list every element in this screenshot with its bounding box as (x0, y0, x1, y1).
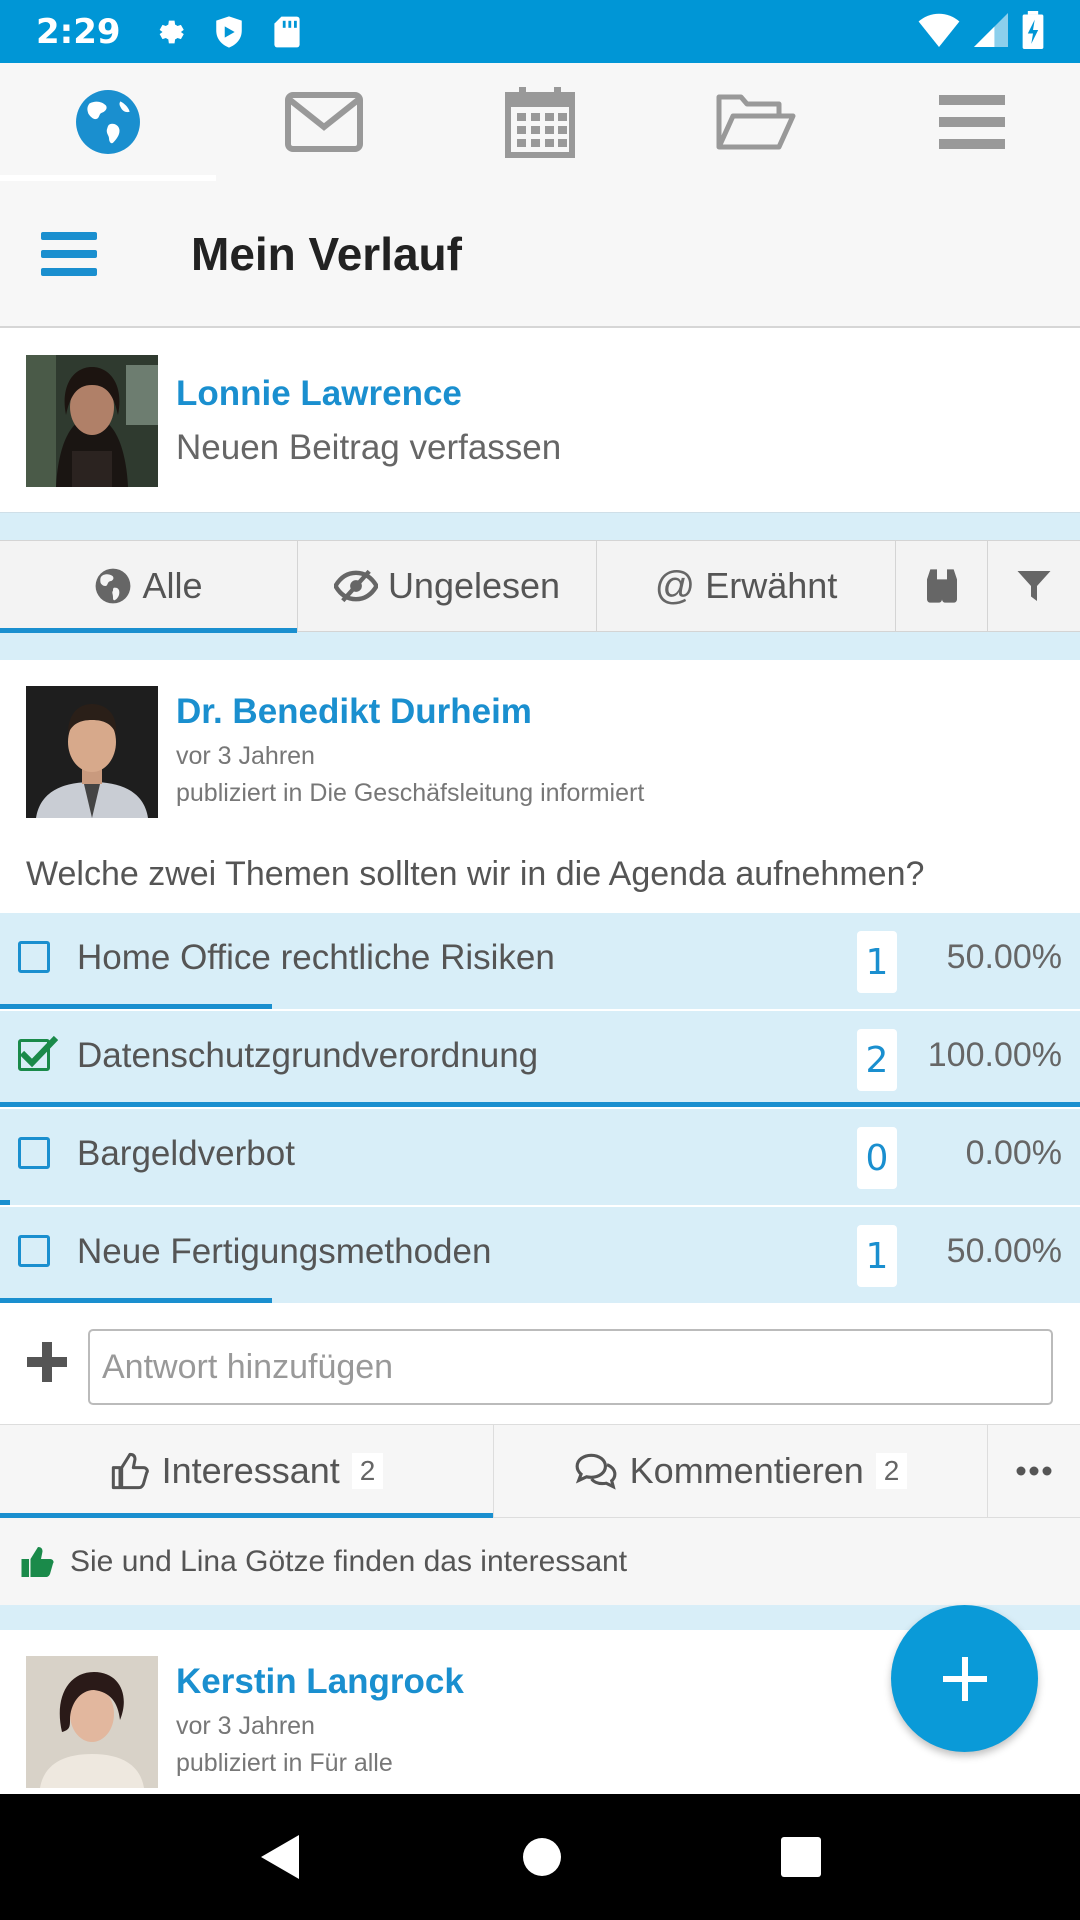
poll-progress-bar (0, 1102, 1080, 1107)
poll-option-label: Neue Fertigungsmethoden (77, 1232, 492, 1271)
post-published-in[interactable]: publiziert in Die Geschäfsleitung inform… (176, 779, 644, 808)
compose-prompt[interactable]: Neuen Beitrag verfassen (176, 428, 561, 468)
binoculars-icon (926, 569, 957, 603)
poll-option-count[interactable]: 1 (857, 931, 897, 993)
nav-activity-stream[interactable] (0, 63, 216, 181)
poll: Home Office rechtliche Risiken 1 50.00% … (0, 913, 1080, 1305)
comments-icon (575, 1453, 617, 1490)
poll-progress-bar (0, 1298, 272, 1303)
search-stream-button[interactable] (896, 541, 988, 631)
plus-icon (942, 1656, 987, 1701)
post-timestamp: vor 3 Jahren (176, 1712, 315, 1740)
calendar-icon (505, 87, 575, 158)
like-button[interactable]: Interessant 2 (0, 1425, 494, 1518)
sidebar-menu-button[interactable] (41, 231, 97, 276)
comment-count-badge: 2 (875, 1453, 908, 1489)
post-timestamp: vor 3 Jahren (176, 742, 315, 770)
comment-label: Kommentieren (629, 1450, 864, 1491)
tab-unread-label: Ungelesen (387, 565, 561, 606)
nav-messages[interactable] (216, 63, 432, 181)
thumbs-up-icon (111, 1452, 149, 1490)
checkbox-icon[interactable] (18, 941, 50, 973)
post-composer[interactable]: Lonnie Lawrence Neuen Beitrag verfassen (0, 328, 1080, 513)
envelope-icon (285, 92, 363, 152)
post-author-name[interactable]: Kerstin Langrock (176, 1662, 464, 1702)
poll-option-label: Datenschutzgrundverordnung (77, 1036, 539, 1075)
poll-option[interactable]: Home Office rechtliche Risiken 1 50.00% (0, 913, 1080, 1011)
checkbox-icon[interactable] (18, 1235, 50, 1267)
post-published-in[interactable]: publiziert in Für alle (176, 1749, 393, 1778)
poll-option-percent: 0.00% (965, 1134, 1062, 1172)
page-header: Mein Verlauf (0, 181, 1080, 328)
checkbox-icon[interactable] (18, 1137, 50, 1169)
more-options-button[interactable] (988, 1425, 1080, 1517)
poll-option-count[interactable]: 1 (857, 1225, 897, 1287)
recents-icon[interactable] (780, 1837, 821, 1877)
likes-summary-text: Sie und Lina Götze finden das interessan… (70, 1544, 628, 1578)
tab-all[interactable]: Alle (0, 541, 298, 633)
add-answer-row (0, 1310, 1080, 1420)
add-answer-input[interactable] (88, 1329, 1053, 1405)
tab-mentioned-label: Erwähnt (705, 565, 838, 606)
battery-icon (1022, 10, 1044, 53)
back-icon[interactable] (259, 1833, 303, 1881)
top-navigation (0, 63, 1080, 181)
likes-summary[interactable]: Sie und Lina Götze finden das interessan… (0, 1518, 1080, 1605)
composer-user-name[interactable]: Lonnie Lawrence (176, 374, 462, 414)
poll-option-label: Home Office rechtliche Risiken (77, 938, 555, 977)
globe-icon (96, 568, 131, 604)
like-count-badge: 2 (351, 1453, 384, 1489)
status-bar: 2:29 (0, 0, 1080, 63)
ellipsis-icon (1016, 1466, 1052, 1476)
wifi-icon (918, 13, 960, 51)
poll-option[interactable]: Bargeldverbot 0 0.00% (0, 1109, 1080, 1207)
hamburger-menu-icon (939, 95, 1005, 149)
avatar[interactable] (26, 1656, 158, 1788)
shield-icon (209, 12, 249, 52)
home-icon[interactable] (522, 1837, 562, 1877)
stream-filter-bar: Alle Ungelesen @ Erwähnt (0, 540, 1080, 633)
post-author-name[interactable]: Dr. Benedikt Durheim (176, 692, 532, 732)
create-post-fab[interactable] (891, 1605, 1038, 1752)
poll-option-count[interactable]: 2 (857, 1029, 897, 1091)
filter-icon (1017, 571, 1051, 601)
poll-question: Welche zwei Themen sollten wir in die Ag… (26, 855, 925, 893)
page-title: Mein Verlauf (191, 227, 462, 280)
plus-icon[interactable] (25, 1340, 69, 1384)
settings-gear-icon (151, 12, 191, 52)
comment-button[interactable]: Kommentieren 2 (494, 1425, 988, 1517)
like-label: Interessant (161, 1450, 340, 1491)
eye-slash-icon (333, 569, 378, 603)
avatar[interactable] (26, 686, 158, 818)
tab-all-label: Alle (142, 565, 203, 606)
poll-option-percent: 100.00% (927, 1036, 1062, 1074)
folder-open-icon (716, 94, 796, 150)
post-actions: Interessant 2 Kommentieren 2 (0, 1424, 1080, 1518)
filter-stream-button[interactable] (988, 541, 1080, 631)
poll-progress-bar (0, 1004, 272, 1009)
poll-option-label: Bargeldverbot (77, 1134, 295, 1173)
system-navigation-bar (0, 1794, 1080, 1920)
poll-option-count[interactable]: 0 (857, 1127, 897, 1189)
at-icon: @ (654, 563, 696, 608)
tab-unread[interactable]: Ungelesen (298, 541, 597, 631)
signal-icon (974, 12, 1008, 51)
sd-card-icon (267, 12, 307, 52)
nav-main-menu[interactable] (864, 63, 1080, 181)
poll-progress-bar (0, 1200, 10, 1205)
poll-option-percent: 50.00% (946, 938, 1062, 976)
avatar (26, 355, 158, 487)
checkbox-checked-icon[interactable] (18, 1035, 58, 1071)
stream-post: Dr. Benedikt Durheim vor 3 Jahren publiz… (0, 660, 1080, 1605)
thumbs-up-filled-icon (21, 1546, 54, 1577)
status-time: 2:29 (36, 11, 121, 52)
nav-files[interactable] (648, 63, 864, 181)
globe-icon (76, 90, 140, 154)
nav-calendar[interactable] (432, 63, 648, 181)
tab-mentioned[interactable]: @ Erwähnt (597, 541, 896, 631)
poll-option[interactable]: Datenschutzgrundverordnung 2 100.00% (0, 1011, 1080, 1109)
poll-option-percent: 50.00% (946, 1232, 1062, 1270)
poll-option[interactable]: Neue Fertigungsmethoden 1 50.00% (0, 1207, 1080, 1305)
